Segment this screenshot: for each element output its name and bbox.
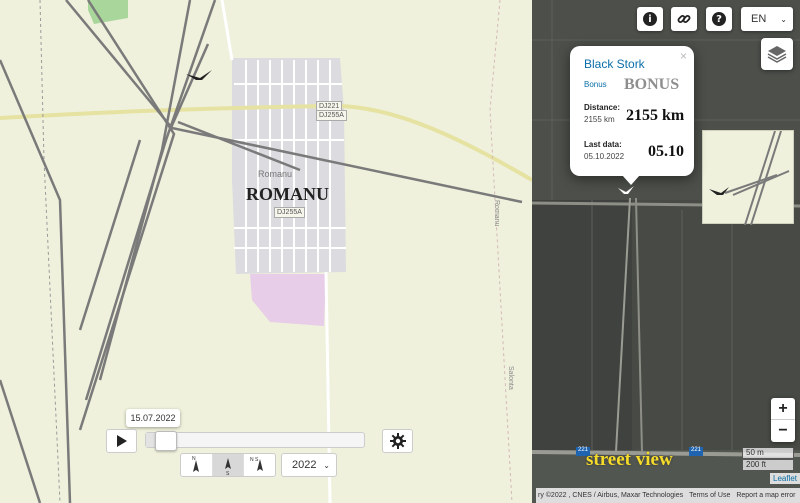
inset-stork-icon	[709, 187, 729, 195]
gear-icon	[389, 433, 406, 449]
scale-metric: 50 m	[742, 448, 794, 459]
distance-label: Distance:	[584, 103, 621, 112]
distance-value: 2155 km	[584, 115, 615, 124]
orient-north-button[interactable]: N	[181, 454, 213, 476]
orient-both-button[interactable]: N S	[244, 454, 275, 476]
app-root: Romanu ROMANU DJ221 DJ255A DJ255A Romanu…	[0, 0, 800, 503]
distance-big: 2155 km	[626, 107, 685, 124]
timeline-handle[interactable]	[154, 431, 177, 451]
compass-south-icon: S	[225, 458, 231, 475]
orientation-toggle: N S N S	[180, 453, 276, 477]
zoom-control: + −	[771, 398, 795, 442]
year-select[interactable]: 2022 ⌄	[281, 453, 337, 477]
forest-area	[88, 0, 128, 24]
zoom-out-button[interactable]: −	[771, 420, 795, 442]
link-icon	[677, 15, 691, 23]
landuse-area	[250, 274, 326, 326]
play-button[interactable]	[106, 429, 137, 453]
terms-link[interactable]: Terms of Use	[689, 492, 730, 499]
layers-button[interactable]	[761, 38, 793, 70]
scale-bar: 50 m 200 ft	[742, 448, 794, 470]
info-button[interactable]: i	[637, 7, 663, 31]
layers-icon	[767, 46, 787, 63]
play-icon	[116, 435, 127, 447]
street-map[interactable]: Romanu ROMANU DJ221 DJ255A DJ255A Romanu…	[0, 0, 532, 503]
settings-button[interactable]	[382, 429, 413, 453]
town-label-small: Romanu	[258, 169, 293, 179]
popup-title[interactable]: Black Stork	[584, 57, 684, 71]
vertical-label-romanu: Romanu	[493, 200, 500, 227]
railway	[39, 0, 61, 503]
inset-canvas	[709, 130, 790, 226]
year-value: 2022	[292, 459, 317, 471]
last-data-value: 05.10.2022	[584, 152, 625, 161]
popup-close-button[interactable]: ×	[680, 49, 687, 63]
imagery-credit: ry ©2022 , CNES / Airbus, Maxar Technolo…	[538, 492, 684, 499]
popup-subtitle[interactable]: Bonus	[584, 80, 607, 89]
attribution-bar: ry ©2022 , CNES / Airbus, Maxar Technolo…	[536, 488, 800, 503]
street-map-canvas	[0, 0, 532, 503]
stork-popup: × Black Stork Bonus BONUS Distance: 2155…	[570, 46, 694, 185]
language-value: EN	[751, 13, 767, 25]
inset-map[interactable]	[702, 130, 794, 226]
leaflet-link[interactable]: Leaflet	[770, 473, 800, 484]
town-label-large: ROMANU	[246, 184, 329, 204]
scale-imperial: 200 ft	[742, 459, 794, 470]
chevron-down-icon: ⌄	[780, 14, 787, 24]
orient-south-button[interactable]: S	[212, 454, 245, 476]
road-shield-dj255a: DJ255A	[316, 110, 347, 121]
svg-text:S: S	[226, 471, 230, 475]
date-tooltip: 15.07.2022	[126, 409, 180, 427]
popup-bonus-text: BONUS	[624, 76, 680, 93]
help-icon: ?	[712, 12, 726, 26]
info-icon: i	[643, 12, 657, 26]
chevron-down-icon: ⌄	[323, 460, 330, 470]
compass-both-icon: N S	[250, 457, 263, 471]
last-data-big: 05.10	[648, 143, 684, 160]
timeline-slider[interactable]	[145, 431, 365, 451]
vertical-label-salonta: Salonta	[507, 366, 514, 390]
compass-north-icon: N	[192, 456, 200, 472]
svg-text:N: N	[192, 456, 196, 462]
road-badge-221-b: 221	[691, 447, 702, 453]
last-data-label: Last data:	[584, 140, 622, 149]
svg-text:N S: N S	[250, 457, 259, 463]
help-button[interactable]: ?	[706, 7, 732, 31]
road-shield-dj255a-south: DJ255A	[274, 207, 305, 218]
zoom-in-button[interactable]: +	[771, 398, 795, 420]
link-button[interactable]	[671, 7, 697, 31]
language-select[interactable]: EN ⌄	[741, 7, 793, 31]
street-view-label[interactable]: street view	[586, 449, 673, 471]
report-error-link[interactable]: Report a map error	[736, 492, 795, 499]
